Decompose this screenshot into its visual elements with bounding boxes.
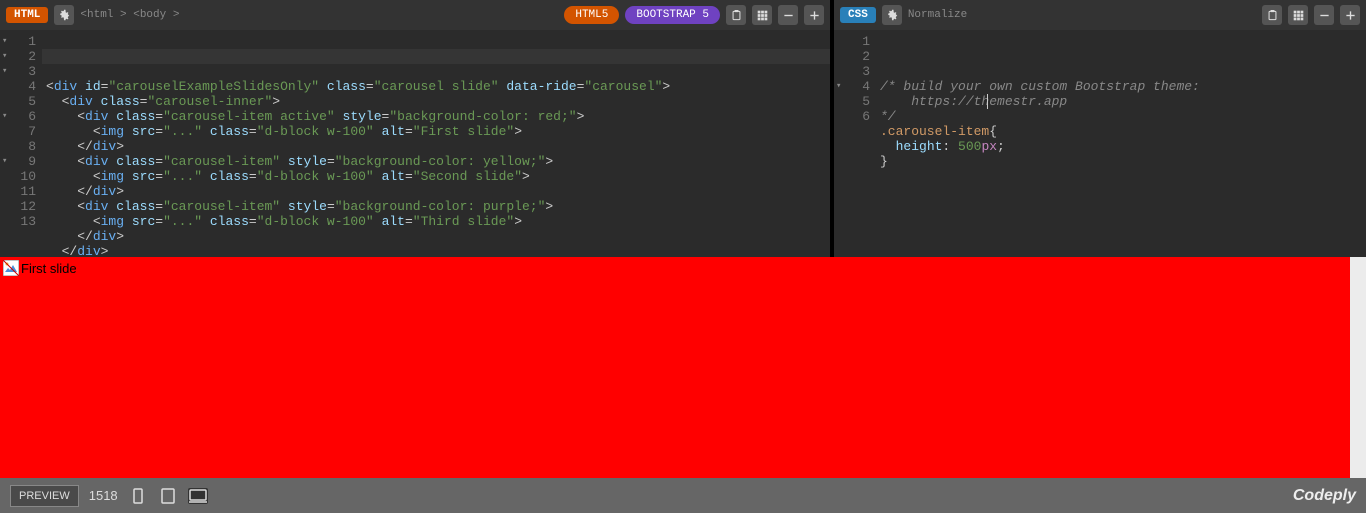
grid-icon[interactable] — [752, 5, 772, 25]
active-line-highlight — [42, 49, 830, 64]
desktop-icon[interactable] — [188, 488, 208, 504]
html-editor[interactable]: ▾1▾2▾345▾678▾910111213 <div id="carousel… — [0, 30, 830, 257]
html-gutter: ▾1▾2▾345▾678▾910111213 — [0, 30, 42, 257]
mobile-icon[interactable] — [128, 488, 148, 504]
clipboard-icon[interactable] — [726, 5, 746, 25]
gear-icon[interactable] — [54, 5, 74, 25]
breadcrumb: <html > <body > — [80, 9, 179, 21]
clipboard-icon[interactable] — [1262, 5, 1282, 25]
plus-icon[interactable] — [1340, 5, 1360, 25]
broken-image-alt: First slide — [21, 261, 77, 276]
broken-image-icon: First slide — [3, 260, 77, 276]
minus-icon[interactable] — [778, 5, 798, 25]
tablet-icon[interactable] — [158, 488, 178, 504]
css-editor[interactable]: 123▾456 /* build your own custom Bootstr… — [834, 30, 1366, 257]
minus-icon[interactable] — [1314, 5, 1334, 25]
css-panel: CSS Normalize 123▾456 /* build your own … — [834, 0, 1366, 257]
css-toolbar: CSS Normalize — [834, 0, 1366, 30]
html-toolbar: HTML <html > <body > HTML5 BOOTSTRAP 5 — [0, 0, 830, 30]
preview-button[interactable]: PREVIEW — [10, 485, 79, 507]
html-panel: HTML <html > <body > HTML5 BOOTSTRAP 5 ▾… — [0, 0, 834, 257]
html-badge[interactable]: HTML — [6, 7, 48, 23]
text-cursor — [987, 94, 988, 109]
footer-bar: PREVIEW 1518 Codeply — [0, 478, 1366, 513]
viewport-width: 1518 — [89, 488, 118, 503]
grid-icon[interactable] — [1288, 5, 1308, 25]
preview-scrollbar[interactable] — [1350, 257, 1366, 478]
bootstrap-pill[interactable]: BOOTSTRAP 5 — [625, 6, 720, 24]
preview-pane: First slide — [0, 257, 1366, 478]
html-code[interactable]: <div id="carouselExampleSlidesOnly" clas… — [42, 30, 830, 257]
css-gutter: 123▾456 — [834, 30, 876, 257]
carousel-first-slide: First slide — [0, 257, 1350, 478]
app-root: HTML <html > <body > HTML5 BOOTSTRAP 5 ▾… — [0, 0, 1366, 513]
html5-pill[interactable]: HTML5 — [564, 6, 619, 24]
editors-row: HTML <html > <body > HTML5 BOOTSTRAP 5 ▾… — [0, 0, 1366, 257]
css-normalize-label[interactable]: Normalize — [908, 9, 967, 21]
css-code[interactable]: /* build your own custom Bootstrap theme… — [876, 30, 1366, 257]
plus-icon[interactable] — [804, 5, 824, 25]
css-badge[interactable]: CSS — [840, 7, 876, 23]
gear-icon[interactable] — [882, 5, 902, 25]
brand-logo[interactable]: Codeply — [1293, 487, 1356, 505]
